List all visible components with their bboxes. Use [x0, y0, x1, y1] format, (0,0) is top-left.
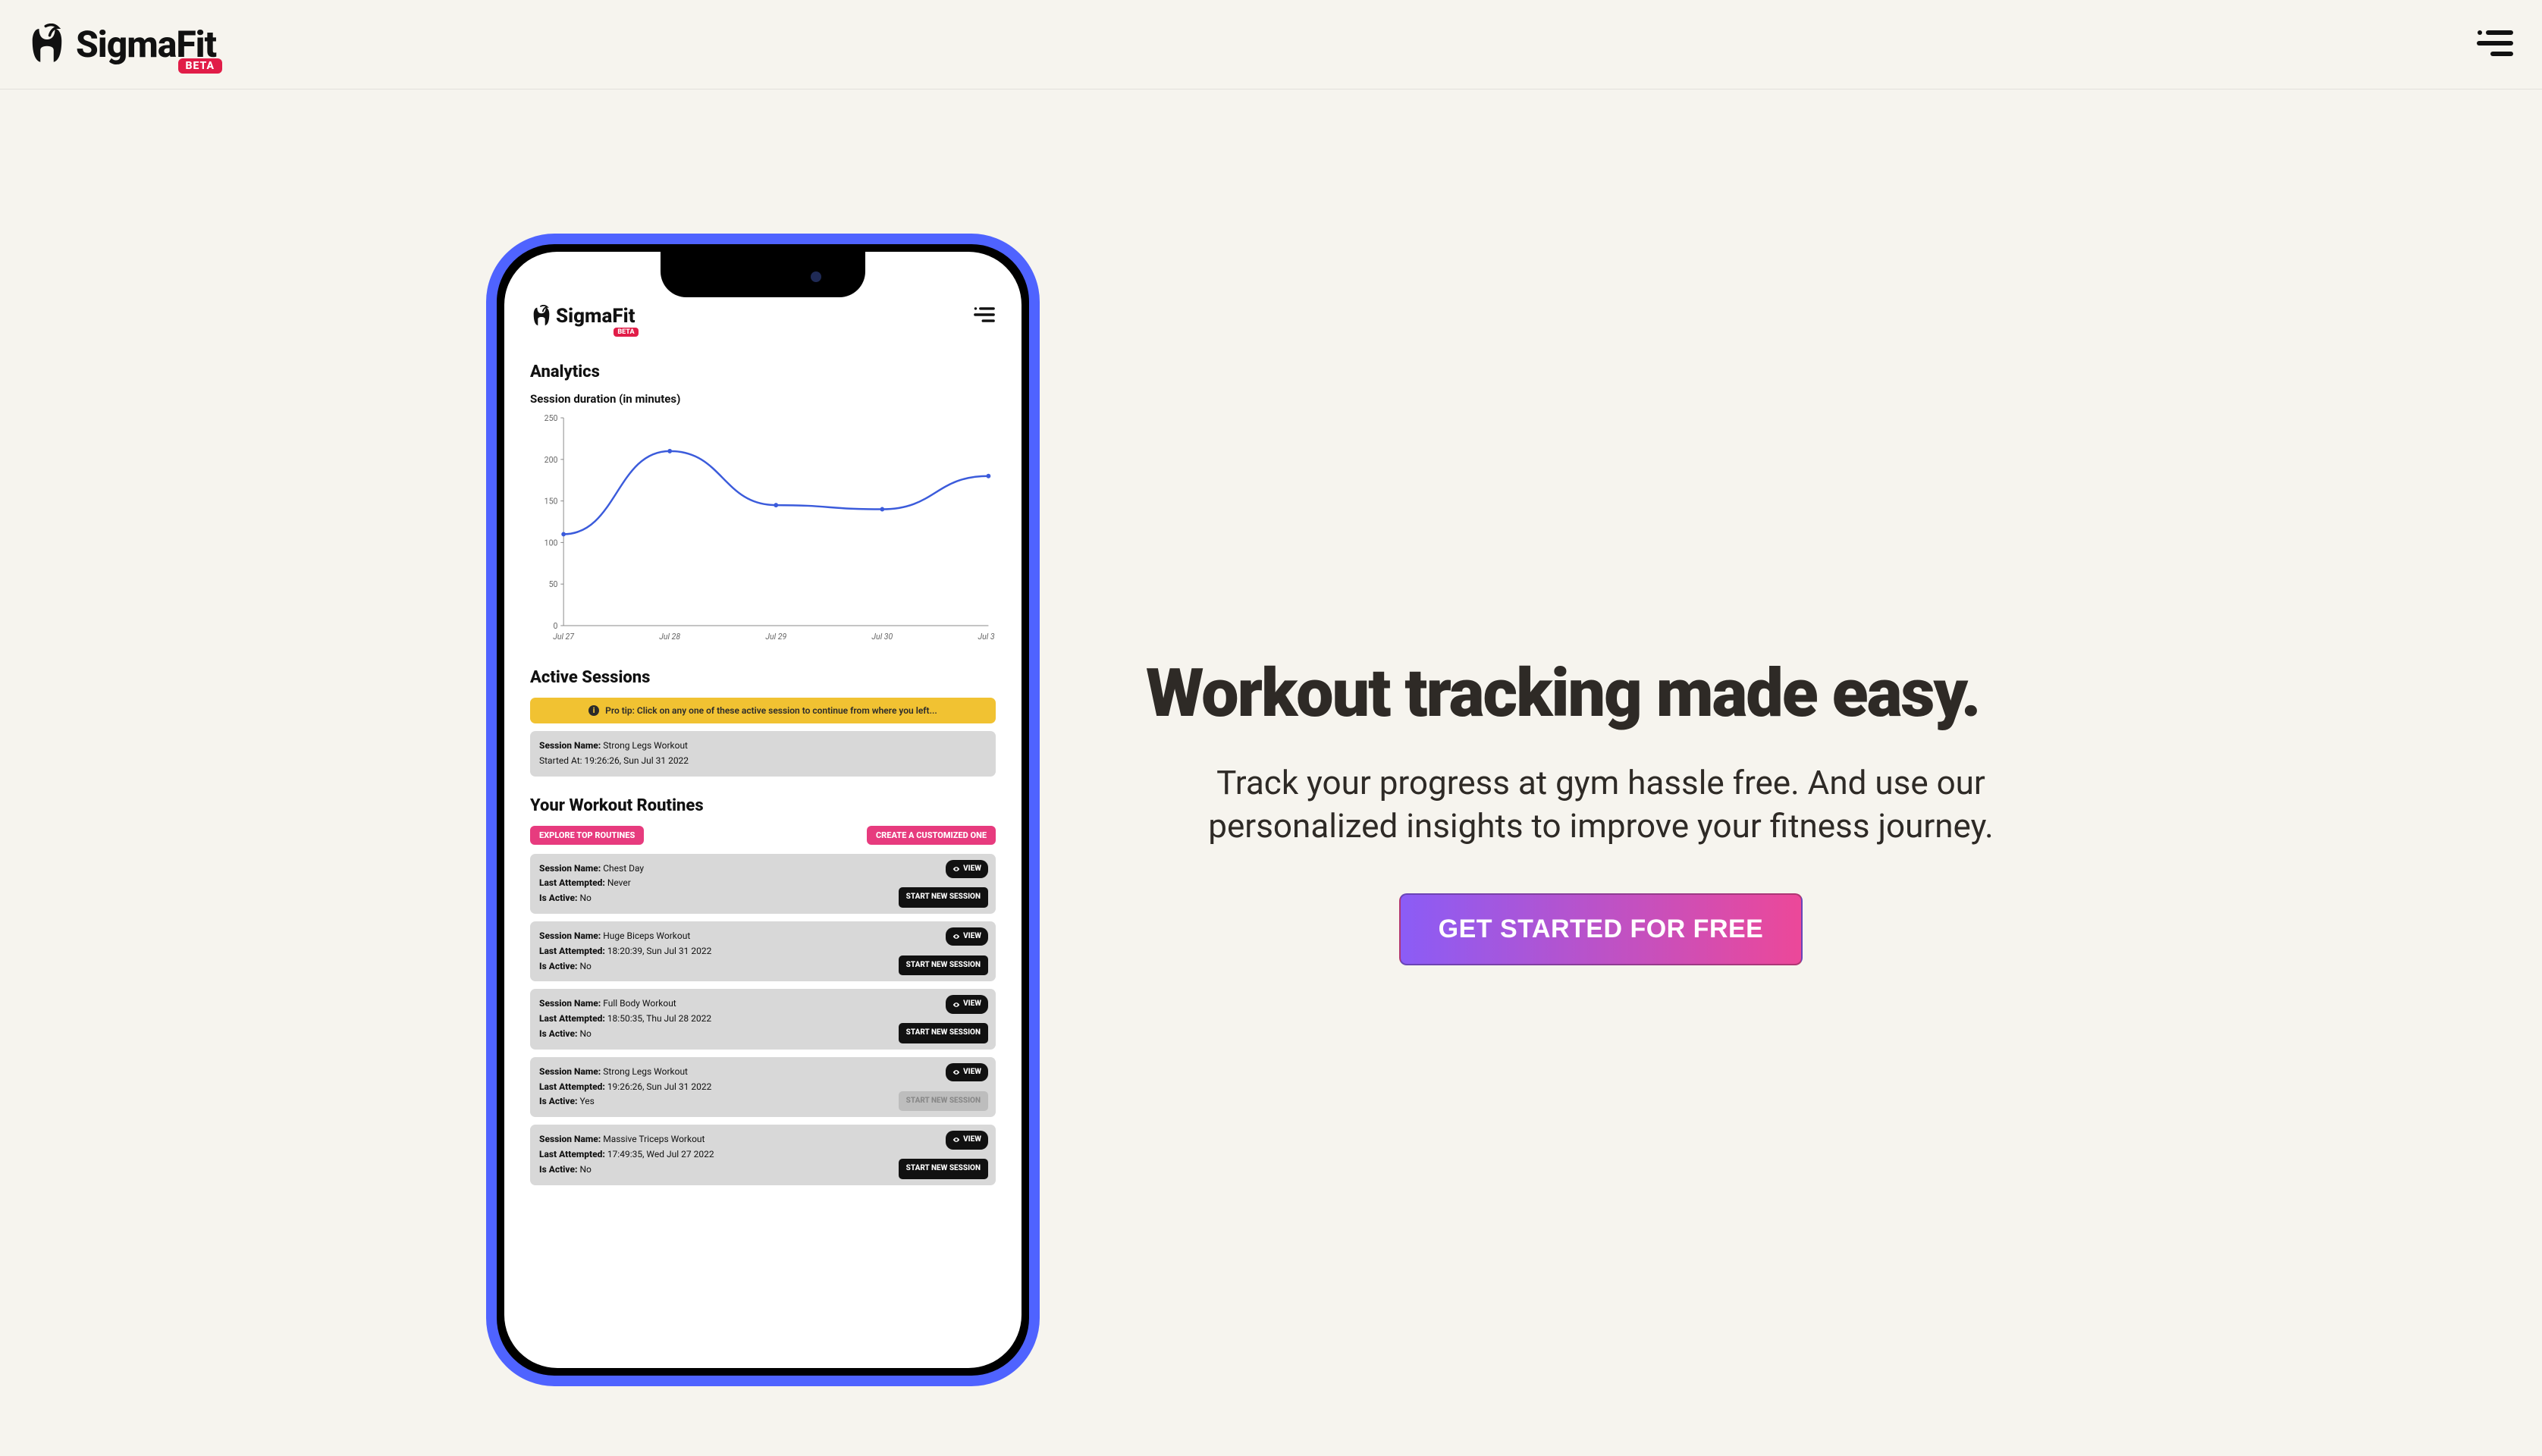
- svg-text:150: 150: [544, 496, 558, 506]
- routine-name: Chest Day: [603, 863, 644, 874]
- spartan-helmet-icon: [26, 24, 68, 66]
- svg-text:50: 50: [549, 579, 558, 589]
- beta-badge: BETA: [178, 58, 222, 74]
- get-started-button[interactable]: GET STARTED FOR FREE: [1399, 893, 1803, 965]
- svg-text:200: 200: [544, 455, 558, 465]
- routines-list: Session Name: Chest Day Last Attempted: N…: [530, 854, 996, 1185]
- view-button[interactable]: VIEW: [946, 1063, 988, 1082]
- hero-subtitle: Track your progress at gym hassle free. …: [1146, 761, 2056, 848]
- hero-title: Workout tracking made easy.: [1146, 654, 2056, 733]
- chart-title: Session duration (in minutes): [530, 392, 996, 406]
- label: Started At:: [539, 755, 582, 766]
- menu-button[interactable]: [2472, 28, 2518, 61]
- routine-last: Never: [607, 877, 631, 888]
- label: Session Name:: [539, 998, 601, 1009]
- routine-name: Strong Legs Workout: [603, 1066, 688, 1077]
- value: Strong Legs Workout: [603, 740, 688, 751]
- routine-name: Huge Biceps Workout: [603, 930, 690, 941]
- label: Last Attempted:: [539, 946, 605, 956]
- analytics-title: Analytics: [530, 362, 996, 381]
- phone-beta-badge: BETA: [614, 328, 638, 337]
- phone-mockup: SigmaFit BETA Analytics Session duration…: [486, 234, 1040, 1386]
- eye-icon: [952, 1068, 960, 1076]
- svg-text:Jul 31: Jul 31: [978, 632, 996, 642]
- phone-notch: [661, 252, 865, 297]
- phone-brand-name: SigmaFit: [556, 305, 636, 328]
- start-session-button[interactable]: START NEW SESSION: [899, 887, 988, 908]
- label: Is Active:: [539, 961, 577, 971]
- routines-title: Your Workout Routines: [530, 796, 996, 815]
- svg-text:100: 100: [544, 538, 558, 548]
- svg-text:0: 0: [554, 621, 558, 631]
- label: Session Name:: [539, 740, 601, 751]
- hero-copy: Workout tracking made easy. Track your p…: [1146, 654, 2056, 965]
- label: Is Active:: [539, 893, 577, 903]
- view-button[interactable]: VIEW: [946, 1131, 988, 1150]
- tip-text: Pro tip: Click on any one of these activ…: [605, 705, 937, 716]
- create-routine-button[interactable]: CREATE A CUSTOMIZED ONE: [867, 826, 996, 845]
- hamburger-icon: [2475, 28, 2515, 61]
- routine-last: 19:26:26, Sun Jul 31 2022: [607, 1081, 712, 1092]
- routine-last: 18:20:39, Sun Jul 31 2022: [607, 946, 712, 956]
- tip-banner: i Pro tip: Click on any one of these act…: [530, 698, 996, 723]
- hero: SigmaFit BETA Analytics Session duration…: [0, 89, 2542, 1432]
- hamburger-icon[interactable]: [973, 306, 996, 327]
- start-session-button[interactable]: START NEW SESSION: [899, 956, 988, 976]
- routine-last: 18:50:35, Thu Jul 28 2022: [607, 1013, 711, 1024]
- routine-active: No: [579, 893, 591, 903]
- eye-icon: [952, 933, 960, 940]
- label: Is Active:: [539, 1028, 577, 1039]
- routine-last: 17:49:35, Wed Jul 27 2022: [607, 1149, 714, 1159]
- routine-active: No: [579, 1028, 591, 1039]
- label: Session Name:: [539, 863, 601, 874]
- routine-name: Full Body Workout: [603, 998, 676, 1009]
- routine-active: No: [579, 961, 591, 971]
- brand[interactable]: SigmaFit BETA: [26, 23, 216, 66]
- active-sessions-title: Active Sessions: [530, 668, 996, 687]
- active-session-card[interactable]: Session Name: Strong Legs Workout Starte…: [530, 731, 996, 777]
- view-button[interactable]: VIEW: [946, 995, 988, 1014]
- label: Is Active:: [539, 1096, 577, 1106]
- svg-text:Jul 30: Jul 30: [871, 632, 893, 642]
- view-button[interactable]: VIEW: [946, 927, 988, 946]
- explore-routines-button[interactable]: EXPLORE TOP ROUTINES: [530, 826, 644, 845]
- phone-brand: SigmaFit BETA: [530, 305, 636, 328]
- svg-text:Jul 27: Jul 27: [553, 632, 575, 642]
- chart: 0 50 100 150 200 250 Jul 27 Jul 28 Jul 29 Jul 30 J…: [530, 413, 996, 648]
- start-session-button: START NEW SESSION: [899, 1091, 988, 1112]
- phone-screen: SigmaFit BETA Analytics Session duration…: [504, 252, 1022, 1216]
- routine-name: Massive Triceps Workout: [603, 1134, 705, 1144]
- label: Is Active:: [539, 1164, 577, 1175]
- label: Last Attempted:: [539, 877, 605, 888]
- label: Last Attempted:: [539, 1081, 605, 1092]
- routine-active: Yes: [579, 1096, 594, 1106]
- label: Session Name:: [539, 1066, 601, 1077]
- view-button[interactable]: VIEW: [946, 860, 988, 879]
- svg-text:Jul 29: Jul 29: [765, 632, 786, 642]
- routine-card: Session Name: Strong Legs Workout Last At…: [530, 1057, 996, 1117]
- topbar: SigmaFit BETA: [0, 0, 2542, 89]
- label: Last Attempted:: [539, 1013, 605, 1024]
- eye-icon: [952, 865, 960, 873]
- routine-card: Session Name: Chest Day Last Attempted: N…: [530, 854, 996, 914]
- eye-icon: [952, 1136, 960, 1144]
- routine-active: No: [579, 1164, 591, 1175]
- eye-icon: [952, 1001, 960, 1009]
- routine-card: Session Name: Full Body Workout Last Atte…: [530, 989, 996, 1049]
- start-session-button[interactable]: START NEW SESSION: [899, 1023, 988, 1043]
- svg-text:250: 250: [544, 413, 558, 423]
- info-icon: i: [588, 705, 599, 716]
- svg-text:Jul 28: Jul 28: [659, 632, 680, 642]
- routine-card: Session Name: Huge Biceps Workout Last At…: [530, 921, 996, 981]
- label: Session Name:: [539, 930, 601, 941]
- start-session-button[interactable]: START NEW SESSION: [899, 1159, 988, 1179]
- spartan-helmet-icon: [530, 305, 553, 328]
- label: Last Attempted:: [539, 1149, 605, 1159]
- value: 19:26:26, Sun Jul 31 2022: [585, 755, 689, 766]
- routine-card: Session Name: Massive Triceps Workout Las…: [530, 1125, 996, 1185]
- label: Session Name:: [539, 1134, 601, 1144]
